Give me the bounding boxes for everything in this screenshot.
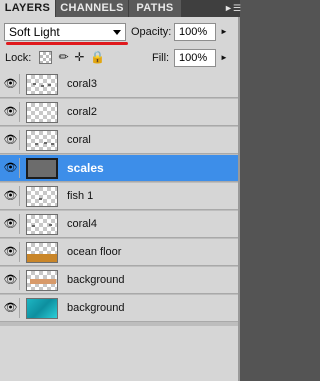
layer-thumbnail	[26, 270, 58, 291]
lock-label: Lock:	[5, 52, 32, 64]
layer-row-coral2[interactable]: 👁 coral2	[0, 99, 238, 126]
panel-menu-icon[interactable]: ►☰	[224, 2, 241, 15]
layer-name: coral3	[67, 78, 97, 90]
layer-row-ocean-floor[interactable]: 👁 ocean floor	[0, 239, 238, 266]
opacity-slider-arrow-icon[interactable]: ►	[218, 23, 230, 41]
layer-name: fish 1	[67, 190, 94, 202]
layer-thumbnail	[26, 158, 58, 179]
layer-row-coral3[interactable]: 👁 coral3	[0, 71, 238, 98]
fill-label: Fill:	[152, 52, 170, 64]
layer-row-background-1[interactable]: 👁 background	[0, 267, 238, 294]
lock-transparency-icon[interactable]	[39, 51, 52, 64]
visibility-eye-icon[interactable]: 👁	[2, 214, 20, 234]
blend-mode-select[interactable]: Soft Light	[4, 23, 126, 41]
layer-name: ocean floor	[67, 246, 122, 258]
panel-empty-area	[0, 326, 238, 376]
lock-all-icon[interactable]: 🔒	[90, 51, 105, 64]
layers-list: 👁 coral3 👁 coral2 👁 coral 👁 scales 👁 fis…	[0, 71, 238, 326]
visibility-eye-icon[interactable]: 👁	[2, 158, 20, 178]
layer-name: background	[67, 274, 125, 286]
layer-row-fish-1[interactable]: 👁 fish 1	[0, 183, 238, 210]
layer-row-scales[interactable]: 👁 scales	[0, 155, 238, 182]
visibility-eye-icon[interactable]: 👁	[2, 102, 20, 122]
layer-name: scales	[67, 161, 104, 175]
layer-name: coral	[67, 134, 91, 146]
layer-row-background-2[interactable]: 👁 background	[0, 295, 238, 322]
fill-slider-arrow-icon[interactable]: ►	[218, 49, 230, 67]
fill-input[interactable]: 100%	[174, 49, 216, 67]
visibility-eye-icon[interactable]: 👁	[2, 270, 20, 290]
layer-thumbnail	[26, 102, 58, 123]
layers-panel: LAYERS CHANNELS PATHS ►☰ Soft Light Opac…	[0, 0, 241, 381]
panel-tabbar: LAYERS CHANNELS PATHS ►☰	[0, 0, 241, 17]
layer-thumbnail	[26, 242, 58, 263]
layer-thumbnail	[26, 130, 58, 151]
lock-move-icon[interactable]: ✛	[73, 51, 86, 64]
layer-name: coral4	[67, 218, 97, 230]
visibility-eye-icon[interactable]: 👁	[2, 186, 20, 206]
layer-name: background	[67, 302, 125, 314]
chevron-down-icon	[113, 30, 121, 35]
layer-name: coral2	[67, 106, 97, 118]
tab-layers[interactable]: LAYERS	[0, 0, 55, 17]
annotation-underline	[6, 42, 128, 45]
layer-row-coral4[interactable]: 👁 coral4	[0, 211, 238, 238]
scrollbar[interactable]	[238, 17, 240, 381]
layer-row-coral[interactable]: 👁 coral	[0, 127, 238, 154]
opacity-label: Opacity:	[131, 26, 172, 38]
visibility-eye-icon[interactable]: 👁	[2, 242, 20, 262]
lock-brush-icon[interactable]: ✏	[57, 51, 70, 64]
tab-paths[interactable]: PATHS	[129, 0, 181, 17]
visibility-eye-icon[interactable]: 👁	[2, 130, 20, 150]
visibility-eye-icon[interactable]: 👁	[2, 74, 20, 94]
layer-thumbnail	[26, 74, 58, 95]
layer-thumbnail	[26, 186, 58, 207]
blend-mode-value: Soft Light	[9, 25, 60, 39]
layer-thumbnail	[26, 214, 58, 235]
layer-thumbnail	[26, 298, 58, 319]
visibility-eye-icon[interactable]: 👁	[2, 298, 20, 318]
tab-channels[interactable]: CHANNELS	[56, 0, 128, 17]
opacity-input[interactable]: 100%	[174, 23, 216, 41]
